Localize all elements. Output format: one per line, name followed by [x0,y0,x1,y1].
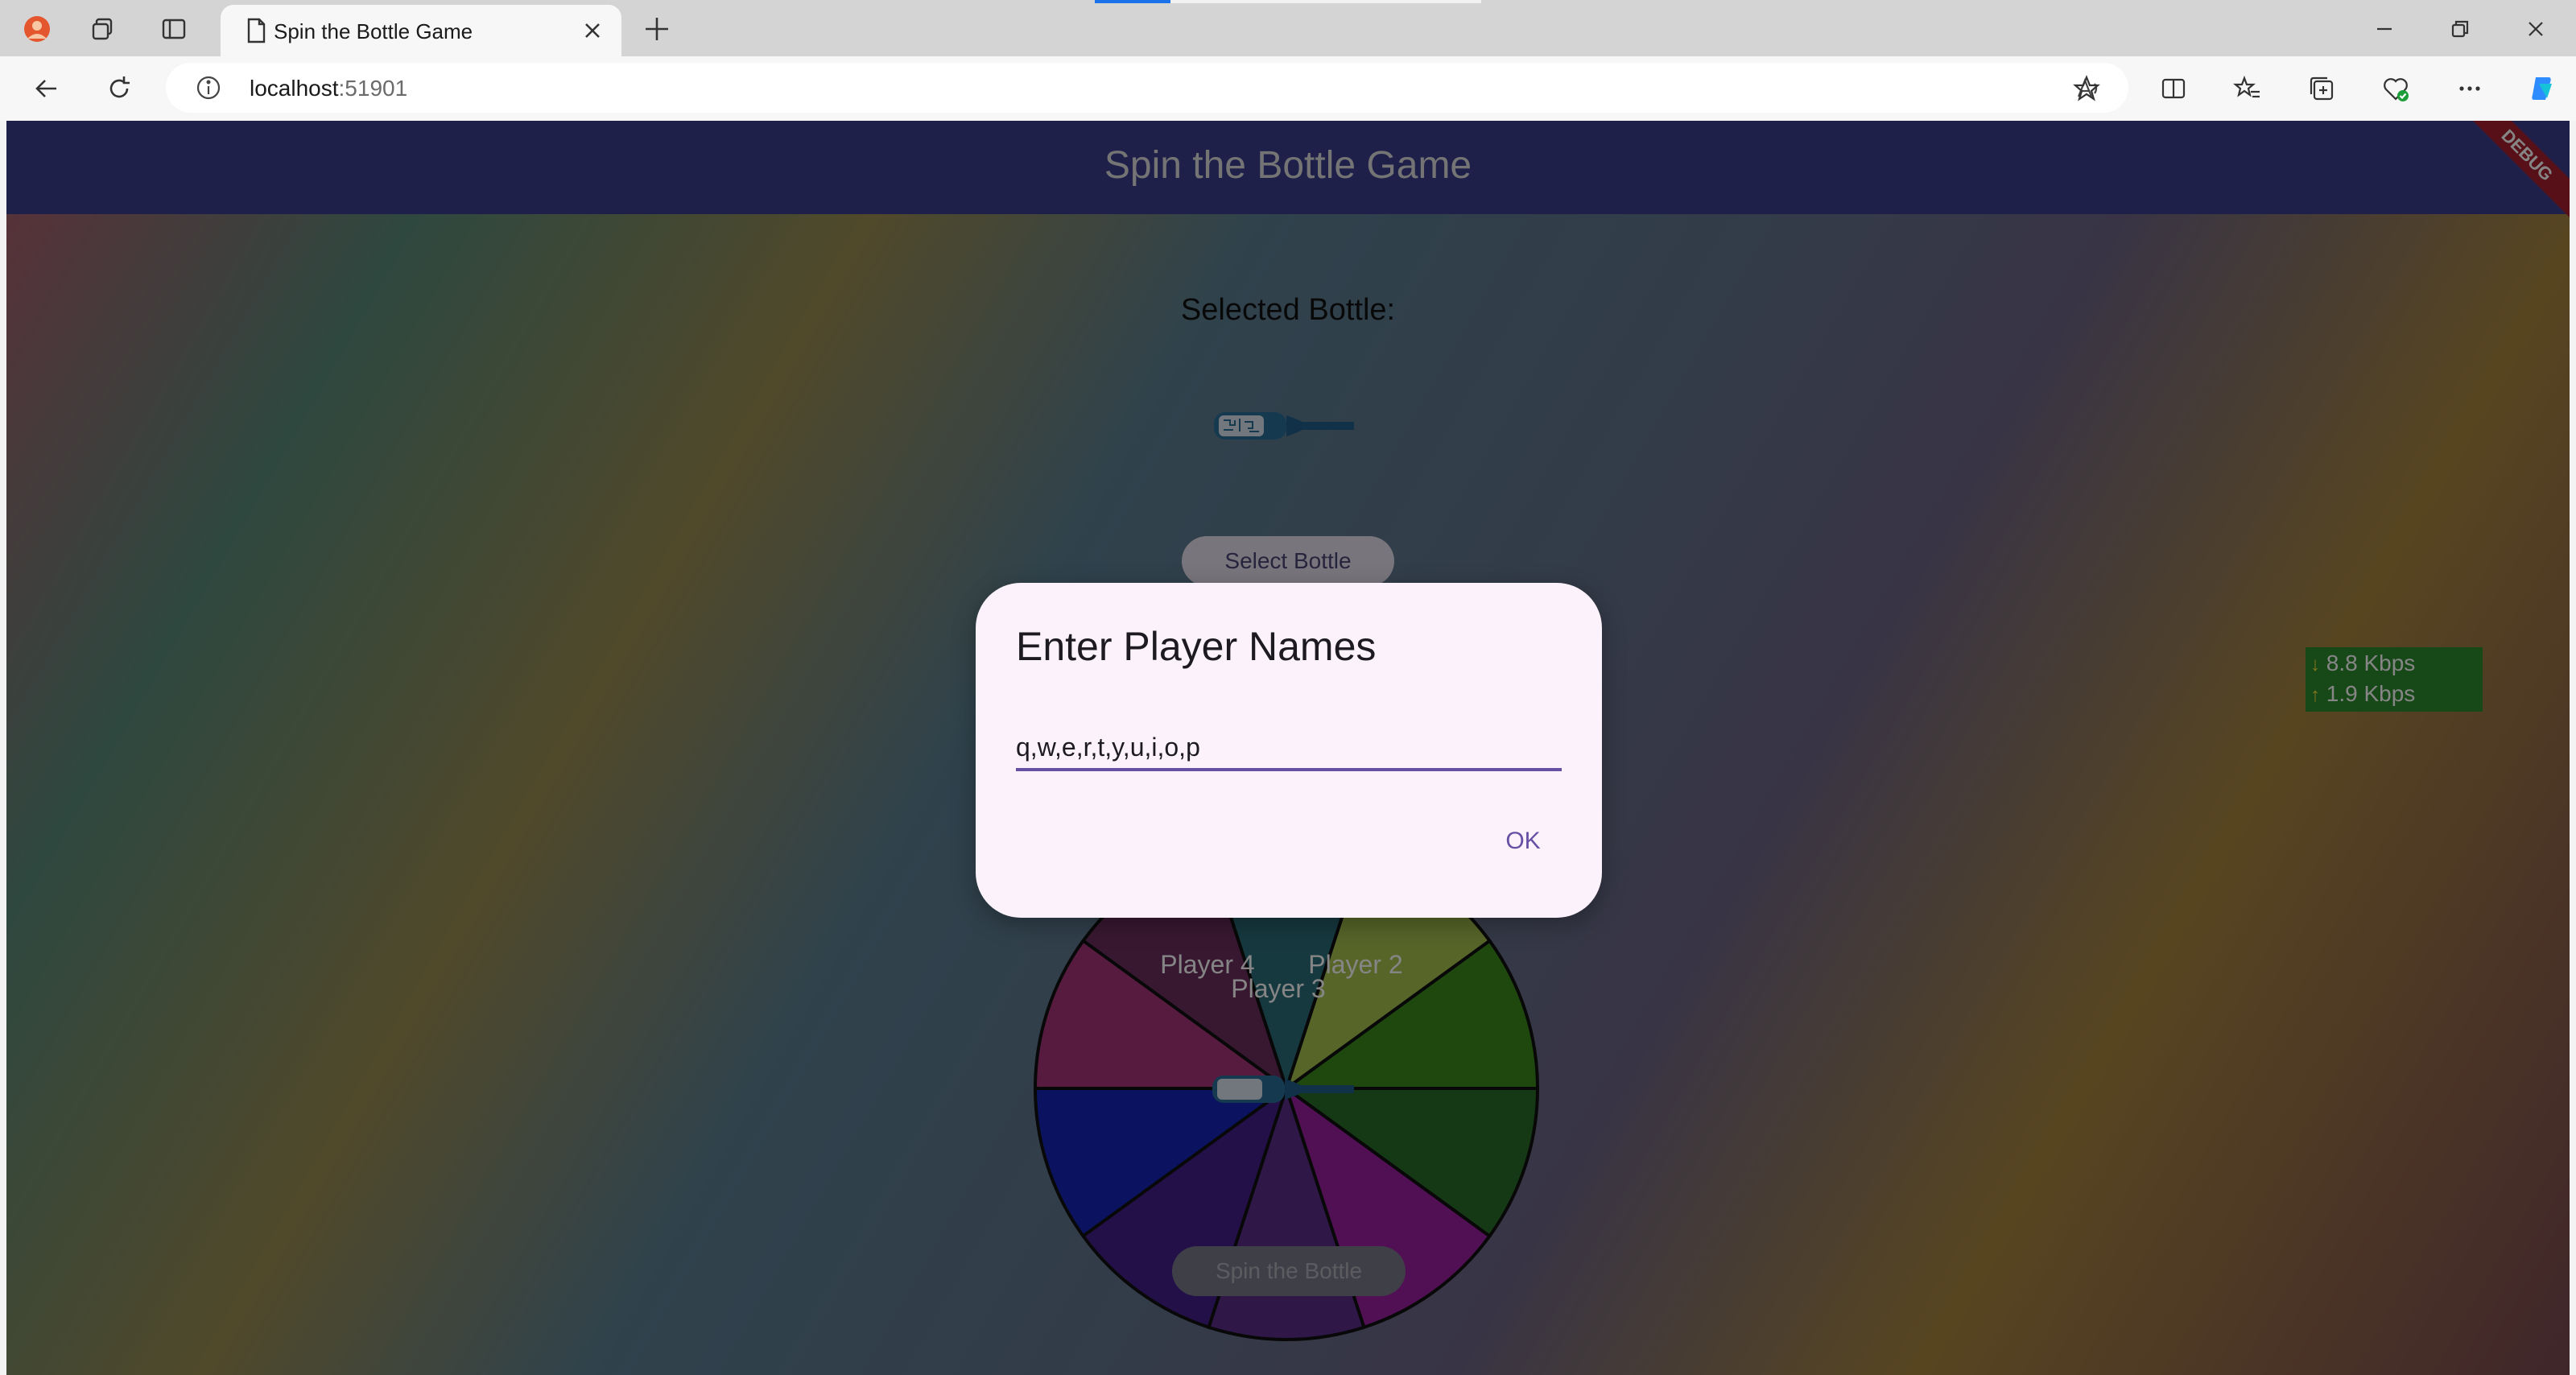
profile-avatar-icon[interactable] [19,11,55,47]
loading-indicator [1095,0,1170,3]
new-tab-icon[interactable] [639,11,675,47]
back-icon[interactable] [29,71,64,106]
address-bar[interactable]: localhost:51901 [166,63,2128,113]
page-icon [247,18,266,43]
minimize-icon[interactable] [2367,11,2402,47]
site-info-icon[interactable] [195,74,222,101]
collections-icon[interactable] [2304,71,2339,106]
dialog-title: Enter Player Names [1016,624,1377,669]
workspaces-icon[interactable] [85,11,121,47]
more-options-icon[interactable] [2452,71,2487,106]
vertical-tabs-icon[interactable] [156,11,192,47]
favorite-star-icon[interactable] [2069,71,2104,106]
player-names-value: q,w,e,r,t,y,u,i,o,p [1016,733,1200,762]
close-window-icon[interactable] [2518,11,2553,47]
split-screen-icon[interactable] [2156,71,2191,106]
browser-toolbar: localhost:51901 [0,56,2576,121]
tab-title: Spin the Bottle Game [274,19,473,43]
player-names-dialog: Enter Player Names q,w,e,r,t,y,u,i,o,p O… [976,583,1602,918]
active-tab[interactable]: Spin the Bottle Game [221,5,621,56]
url-text: localhost:51901 [250,76,408,101]
player-names-input[interactable]: q,w,e,r,t,y,u,i,o,p [1016,726,1562,771]
browser-tab-bar: Spin the Bottle Game [0,0,2576,56]
refresh-icon[interactable] [101,71,137,106]
copilot-icon[interactable] [2524,71,2560,106]
close-tab-icon[interactable] [578,16,607,45]
favorites-icon[interactable] [2230,71,2265,106]
restore-icon[interactable] [2442,11,2478,47]
loading-track [1170,0,1481,3]
ok-button[interactable]: OK [1481,816,1565,866]
browser-essentials-icon[interactable] [2378,71,2413,106]
